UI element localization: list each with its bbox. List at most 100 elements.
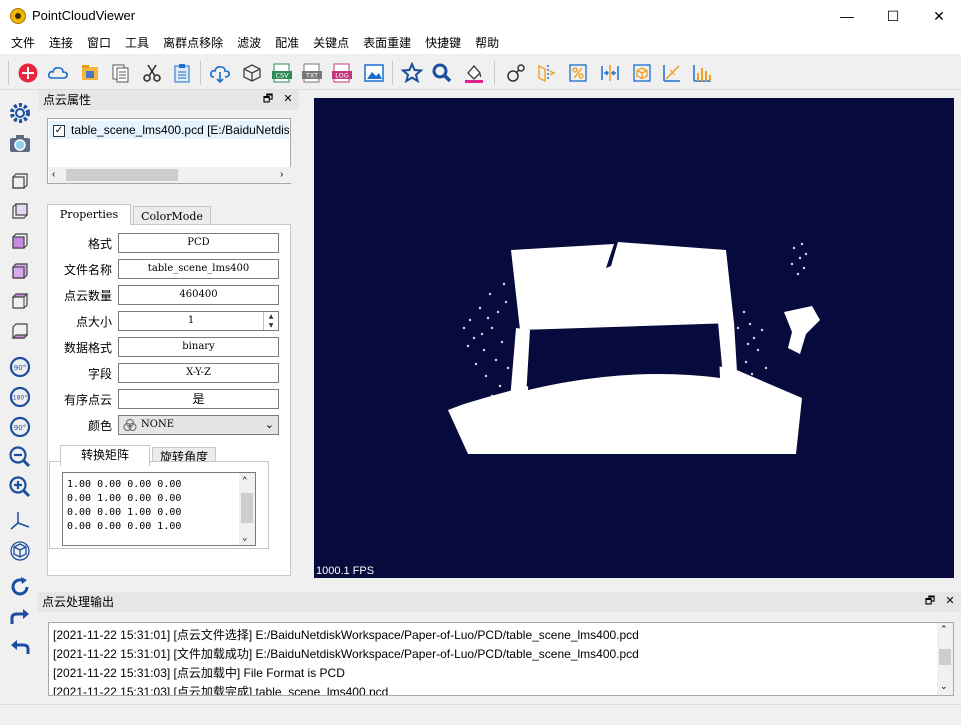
matrix-scrollbar[interactable]: ⌃ ⌄ bbox=[239, 473, 255, 545]
point-size-stepper[interactable]: 1 ▲ ▼ bbox=[118, 311, 279, 331]
view-back-icon[interactable] bbox=[7, 198, 33, 224]
scrollbar-thumb[interactable] bbox=[66, 169, 178, 181]
transform-matrix-textarea[interactable]: 1.00 0.00 0.00 0.00 0.00 1.00 0.00 0.00 … bbox=[62, 472, 256, 546]
property-row: 点云数量 460400 bbox=[48, 285, 292, 307]
view-bottom-icon[interactable] bbox=[7, 318, 33, 344]
color-select[interactable]: NONE ⌄ bbox=[118, 415, 279, 435]
menu-tools[interactable]: 工具 bbox=[118, 32, 156, 54]
tab-colormode[interactable]: ColorMode bbox=[133, 206, 211, 224]
normal-icon[interactable] bbox=[660, 61, 684, 85]
split-icon[interactable] bbox=[598, 61, 622, 85]
point-connect-icon[interactable] bbox=[504, 61, 528, 85]
scrollbar-thumb[interactable] bbox=[241, 493, 253, 523]
file-visible-checkbox[interactable]: ✓ bbox=[53, 125, 65, 137]
scroll-up-icon[interactable]: ⌃ bbox=[242, 474, 247, 488]
scroll-down-icon[interactable]: ⌄ bbox=[940, 681, 948, 692]
iso-view-icon[interactable] bbox=[7, 538, 33, 564]
cloud-download-icon[interactable] bbox=[208, 61, 232, 85]
csv-label: CSV bbox=[275, 72, 289, 80]
fps-counter: 1000.1 FPS bbox=[316, 565, 375, 577]
scroll-left-icon[interactable]: ‹ bbox=[52, 167, 55, 183]
paste-icon[interactable] bbox=[170, 61, 194, 85]
view-right-icon[interactable] bbox=[7, 258, 33, 284]
percent-icon[interactable] bbox=[566, 61, 590, 85]
property-row: 字段 X-Y-Z bbox=[48, 363, 292, 385]
redo-icon[interactable] bbox=[7, 604, 33, 630]
filename-field[interactable]: table_scene_lms400 bbox=[118, 259, 279, 279]
output-float-button[interactable]: 🗗 bbox=[923, 594, 937, 608]
menu-filter[interactable]: 滤波 bbox=[230, 32, 268, 54]
menu-surface-reconstruction[interactable]: 表面重建 bbox=[356, 32, 418, 54]
organized-field[interactable]: 是 bbox=[118, 389, 279, 409]
minimize-button[interactable]: — bbox=[824, 0, 870, 32]
tab-transform-matrix[interactable]: 转换矩阵 bbox=[60, 445, 150, 466]
add-icon[interactable] bbox=[16, 61, 40, 85]
scrollbar-thumb[interactable] bbox=[939, 649, 951, 665]
cut-icon[interactable] bbox=[140, 61, 164, 85]
data-format-field[interactable]: binary bbox=[118, 337, 279, 357]
txt-label: TXT bbox=[305, 72, 318, 80]
menu-registration[interactable]: 配准 bbox=[268, 32, 306, 54]
copy-icon[interactable] bbox=[108, 61, 132, 85]
zoom-in-icon[interactable] bbox=[7, 474, 33, 500]
file-item-label: table_scene_lms400.pcd [E:/BaiduNetdiskW… bbox=[71, 123, 289, 137]
refresh-icon[interactable] bbox=[7, 574, 33, 600]
output-close-button[interactable]: ✕ bbox=[943, 594, 957, 608]
open-folder-icon[interactable] bbox=[78, 61, 102, 85]
log-scrollbar[interactable]: ⌃ ⌄ bbox=[937, 623, 953, 695]
view-front-icon[interactable] bbox=[7, 168, 33, 194]
axis-icon[interactable] bbox=[7, 508, 33, 534]
crop-icon[interactable] bbox=[534, 61, 558, 85]
scroll-down-icon[interactable]: ⌄ bbox=[242, 531, 247, 545]
properties-float-button[interactable]: 🗗 bbox=[261, 92, 275, 106]
rotate-90-icon[interactable]: 90° bbox=[7, 354, 33, 380]
txt-icon[interactable]: TXT bbox=[300, 61, 324, 85]
stepper-arrows-icon[interactable]: ▲ ▼ bbox=[263, 312, 278, 330]
svg-text:180°: 180° bbox=[13, 395, 27, 402]
menu-keypoints[interactable]: 关键点 bbox=[306, 32, 356, 54]
settings-icon[interactable] bbox=[7, 100, 33, 126]
histogram-icon[interactable] bbox=[690, 61, 714, 85]
rgb-circles-icon bbox=[123, 419, 137, 431]
view-left-icon[interactable] bbox=[7, 228, 33, 254]
menu-help[interactable]: 帮助 bbox=[468, 32, 506, 54]
log-output[interactable]: [2021-11-22 15:31:01] [点云文件选择] E:/BaiduN… bbox=[48, 622, 954, 696]
fields-field[interactable]: X-Y-Z bbox=[118, 363, 279, 383]
cloud-icon[interactable] bbox=[46, 61, 70, 85]
properties-close-button[interactable]: ✕ bbox=[281, 92, 295, 106]
properties-panel-title: 点云属性 bbox=[39, 90, 299, 110]
file-list-hscrollbar[interactable]: ‹ › bbox=[49, 167, 291, 183]
log-icon[interactable]: LOG bbox=[330, 61, 354, 85]
file-list-item[interactable]: ✓ table_scene_lms400.pcd [E:/BaiduNetdis… bbox=[49, 121, 289, 139]
image-icon[interactable] bbox=[362, 61, 386, 85]
search-icon[interactable] bbox=[430, 61, 454, 85]
menu-outlier-removal[interactable]: 离群点移除 bbox=[156, 32, 230, 54]
maximize-button[interactable]: ☐ bbox=[870, 0, 916, 32]
log-label: LOG bbox=[335, 72, 349, 80]
bounding-box-icon[interactable] bbox=[630, 61, 654, 85]
scroll-right-icon[interactable]: › bbox=[280, 167, 283, 183]
menu-window[interactable]: 窗口 bbox=[80, 32, 118, 54]
csv-icon[interactable]: CSV bbox=[270, 61, 294, 85]
rotate-180-icon[interactable]: 180° bbox=[7, 384, 33, 410]
menu-shortcuts[interactable]: 快捷键 bbox=[418, 32, 468, 54]
point-count-field[interactable]: 460400 bbox=[118, 285, 279, 305]
fill-color-icon[interactable] bbox=[462, 61, 486, 85]
format-field[interactable]: PCD bbox=[118, 233, 279, 253]
camera-icon[interactable] bbox=[7, 130, 33, 156]
star-icon[interactable] bbox=[400, 61, 424, 85]
view-top-icon[interactable] bbox=[7, 288, 33, 314]
rotate-minus-90-icon[interactable]: 90° bbox=[7, 414, 33, 440]
point-cloud-viewport[interactable]: 1000.1 FPS bbox=[314, 98, 954, 578]
tab-properties[interactable]: Properties bbox=[47, 204, 131, 225]
output-panel: 点云处理输出 🗗 ✕ [2021-11-22 15:31:01] [点云文件选择… bbox=[38, 592, 961, 702]
log-line: [2021-11-22 15:31:01] [文件加载成功] E:/BaiduN… bbox=[53, 647, 639, 661]
close-button[interactable]: ✕ bbox=[916, 0, 961, 32]
point-count-label: 点云数量 bbox=[63, 289, 112, 303]
menu-file[interactable]: 文件 bbox=[4, 32, 42, 54]
cube-export-icon[interactable] bbox=[240, 61, 264, 85]
menu-connect[interactable]: 连接 bbox=[42, 32, 80, 54]
zoom-out-icon[interactable] bbox=[7, 444, 33, 470]
scroll-up-icon[interactable]: ⌃ bbox=[940, 624, 948, 635]
undo-icon[interactable] bbox=[7, 634, 33, 660]
